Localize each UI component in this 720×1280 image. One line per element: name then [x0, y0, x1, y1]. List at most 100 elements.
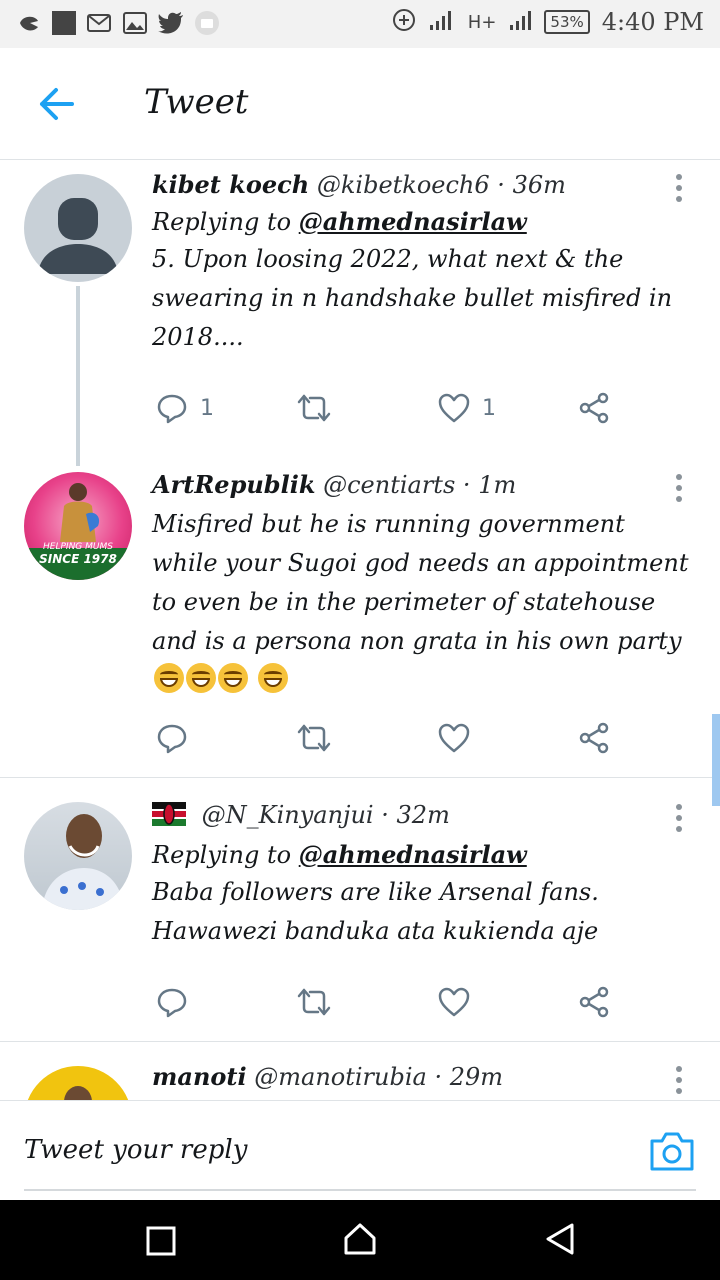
author-handle[interactable]: @centiarts	[323, 471, 455, 499]
reply-button[interactable]	[156, 718, 188, 758]
replying-to-link[interactable]: @ahmednasirlaw	[299, 207, 527, 236]
avatar-caption-1: HELPING MUMS	[43, 542, 113, 552]
battery-indicator: 53%	[544, 10, 590, 34]
message-icon	[194, 10, 220, 36]
like-button[interactable]	[438, 718, 470, 758]
laughing-emoji-icon	[257, 663, 288, 693]
heart-icon	[438, 987, 470, 1017]
user-photo-avatar	[64, 1086, 92, 1100]
replying-to: Replying to @ahmednasirlaw	[152, 840, 692, 869]
user-photo-avatar	[42, 814, 124, 910]
retweet-button[interactable]	[296, 718, 332, 758]
network-type: H+	[467, 11, 497, 33]
heart-icon	[438, 393, 470, 423]
tweet-time: 1m	[478, 471, 517, 499]
data-saver-icon	[392, 8, 416, 36]
system-status: H+ 53% 4:40 PM	[392, 8, 704, 36]
home-button-icon[interactable]	[343, 1222, 377, 1256]
tweet-item[interactable]: HELPING MUMS SINCE 1978 ArtRepublik @cen…	[0, 460, 720, 776]
tweet-meta: manoti @manotirubia · 29m	[152, 1062, 692, 1091]
share-button[interactable]	[578, 982, 610, 1022]
tweet-meta: @N_Kinyanjui · 32m	[152, 800, 692, 832]
more-options-icon[interactable]	[674, 804, 684, 837]
avatar[interactable]	[24, 802, 132, 910]
share-icon	[579, 986, 609, 1018]
reply-icon	[157, 988, 187, 1018]
more-options-icon[interactable]	[674, 174, 684, 207]
more-options-icon[interactable]	[674, 474, 684, 507]
page-title: Tweet	[144, 82, 249, 122]
tweet-actions	[152, 718, 632, 758]
heart-icon	[438, 723, 470, 753]
camera-icon	[650, 1132, 694, 1171]
replying-label: Replying to	[152, 208, 292, 236]
avatar[interactable]: HELPING MUMS SINCE 1978	[24, 472, 132, 580]
tweet-text: Baba followers are like Arsenal fans. Ha…	[152, 873, 692, 951]
author-name[interactable]: ArtRepublik	[152, 470, 315, 499]
notification-icons	[16, 10, 220, 36]
camera-button[interactable]	[648, 1129, 696, 1173]
like-button[interactable]: 1	[438, 388, 496, 428]
laughing-emoji-icon	[154, 663, 184, 693]
reply-composer: Tweet your reply	[0, 1100, 720, 1201]
tweet-meta: ArtRepublik @centiarts · 1m	[152, 470, 692, 499]
retweet-button[interactable]	[296, 982, 332, 1022]
twitter-bird-icon	[158, 10, 184, 36]
tweet-actions: 1 1	[152, 388, 632, 428]
avatar-caption-2: SINCE 1978	[39, 552, 117, 566]
tweet-time: 29m	[449, 1063, 504, 1091]
reply-button[interactable]	[156, 982, 188, 1022]
reply-button[interactable]: 1	[156, 388, 214, 428]
tweet-item[interactable]: kibet koech @kibetkoech6 · 36m Replying …	[0, 160, 720, 466]
tweet-text: 5. Upon loosing 2022, what next & the sw…	[152, 245, 673, 351]
avatar[interactable]	[24, 1066, 132, 1100]
scrollbar[interactable]	[712, 714, 720, 806]
avatar[interactable]	[24, 174, 132, 282]
retweet-icon	[297, 988, 331, 1016]
kenya-flag-icon	[152, 802, 186, 832]
author-name[interactable]: kibet koech	[152, 170, 309, 199]
author-handle[interactable]: @N_Kinyanjui	[202, 801, 374, 829]
tweet-text: Misfired but he is running government wh…	[152, 505, 692, 700]
meta-separator: ·	[462, 471, 471, 499]
share-button[interactable]	[578, 388, 610, 428]
back-arrow-icon	[40, 88, 74, 120]
back-button[interactable]	[34, 84, 78, 124]
default-avatar-icon	[38, 198, 118, 274]
reply-count: 1	[200, 395, 214, 421]
like-button[interactable]	[438, 982, 470, 1022]
tweet-actions	[152, 982, 632, 1022]
retweet-icon	[297, 394, 331, 422]
tweet-item[interactable]: manoti @manotirubia · 29m	[0, 1042, 720, 1100]
share-icon	[579, 722, 609, 754]
recents-button-icon[interactable]	[146, 1226, 176, 1256]
meta-separator: ·	[497, 171, 505, 199]
share-button[interactable]	[578, 718, 610, 758]
thread-connector	[76, 286, 80, 466]
image-notification-icon	[52, 11, 76, 35]
system-navigation-bar	[0, 1200, 720, 1280]
status-bar: H+ 53% 4:40 PM	[0, 0, 720, 48]
meta-separator: ·	[434, 1063, 443, 1091]
reply-input[interactable]: Tweet your reply	[24, 1135, 247, 1165]
retweet-icon	[297, 724, 331, 752]
share-icon	[579, 392, 609, 424]
replying-label: Replying to	[152, 841, 292, 869]
author-handle[interactable]: @kibetkoech6	[317, 171, 490, 199]
tweet-time: 32m	[396, 801, 450, 829]
more-options-icon[interactable]	[674, 1066, 684, 1099]
author-handle[interactable]: @manotirubia	[254, 1063, 427, 1091]
app-notification-icon	[16, 10, 42, 36]
tweet-item[interactable]: @N_Kinyanjui · 32m Replying to @ahmednas…	[0, 778, 720, 1040]
back-nav-button-icon[interactable]	[544, 1222, 576, 1256]
clock: 4:40 PM	[601, 8, 704, 36]
reply-icon	[157, 724, 187, 754]
gallery-icon	[122, 10, 148, 36]
tweet-time: 36m	[512, 171, 566, 199]
top-app-bar: Tweet	[0, 48, 720, 160]
retweet-button[interactable]	[296, 388, 332, 428]
gmail-icon	[86, 10, 112, 36]
replying-to-link[interactable]: @ahmednasirlaw	[299, 840, 527, 869]
author-name[interactable]: manoti	[152, 1062, 247, 1091]
signal-icon-2	[508, 9, 532, 35]
